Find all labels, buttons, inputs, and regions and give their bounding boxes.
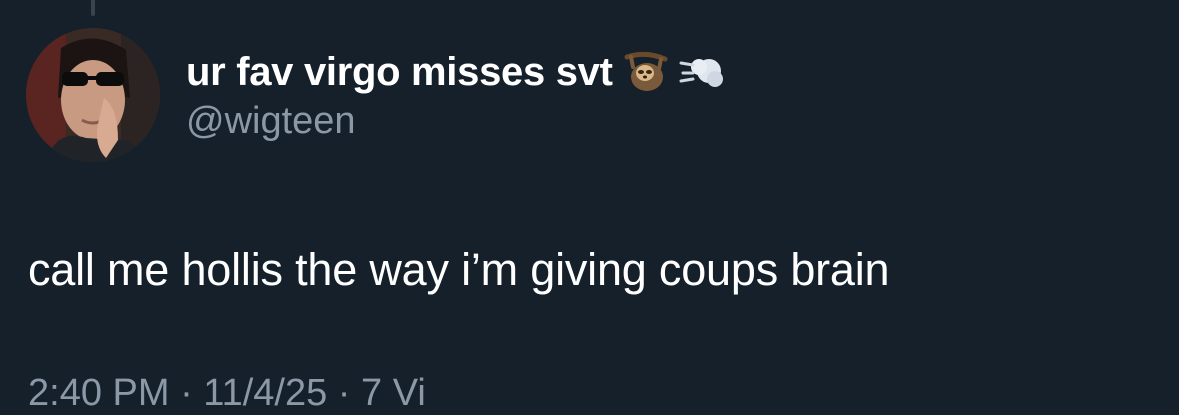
dashing-away-emoji-icon xyxy=(679,49,727,95)
tweet-timestamp-meta[interactable]: 2:40 PM · 11/4/25 · 7 Vi xyxy=(28,372,426,415)
avatar[interactable] xyxy=(26,28,160,162)
author-display-name[interactable]: ur fav virgo misses svt xyxy=(186,50,613,95)
author-handle[interactable]: @wigteen xyxy=(186,100,356,143)
sloth-emoji-icon xyxy=(623,49,669,95)
avatar-photo xyxy=(26,28,160,162)
thread-connector-line xyxy=(91,0,95,16)
tweet-text: call me hollis the way i’m giving coups … xyxy=(28,244,890,295)
author-name-row[interactable]: ur fav virgo misses svt xyxy=(186,42,727,102)
